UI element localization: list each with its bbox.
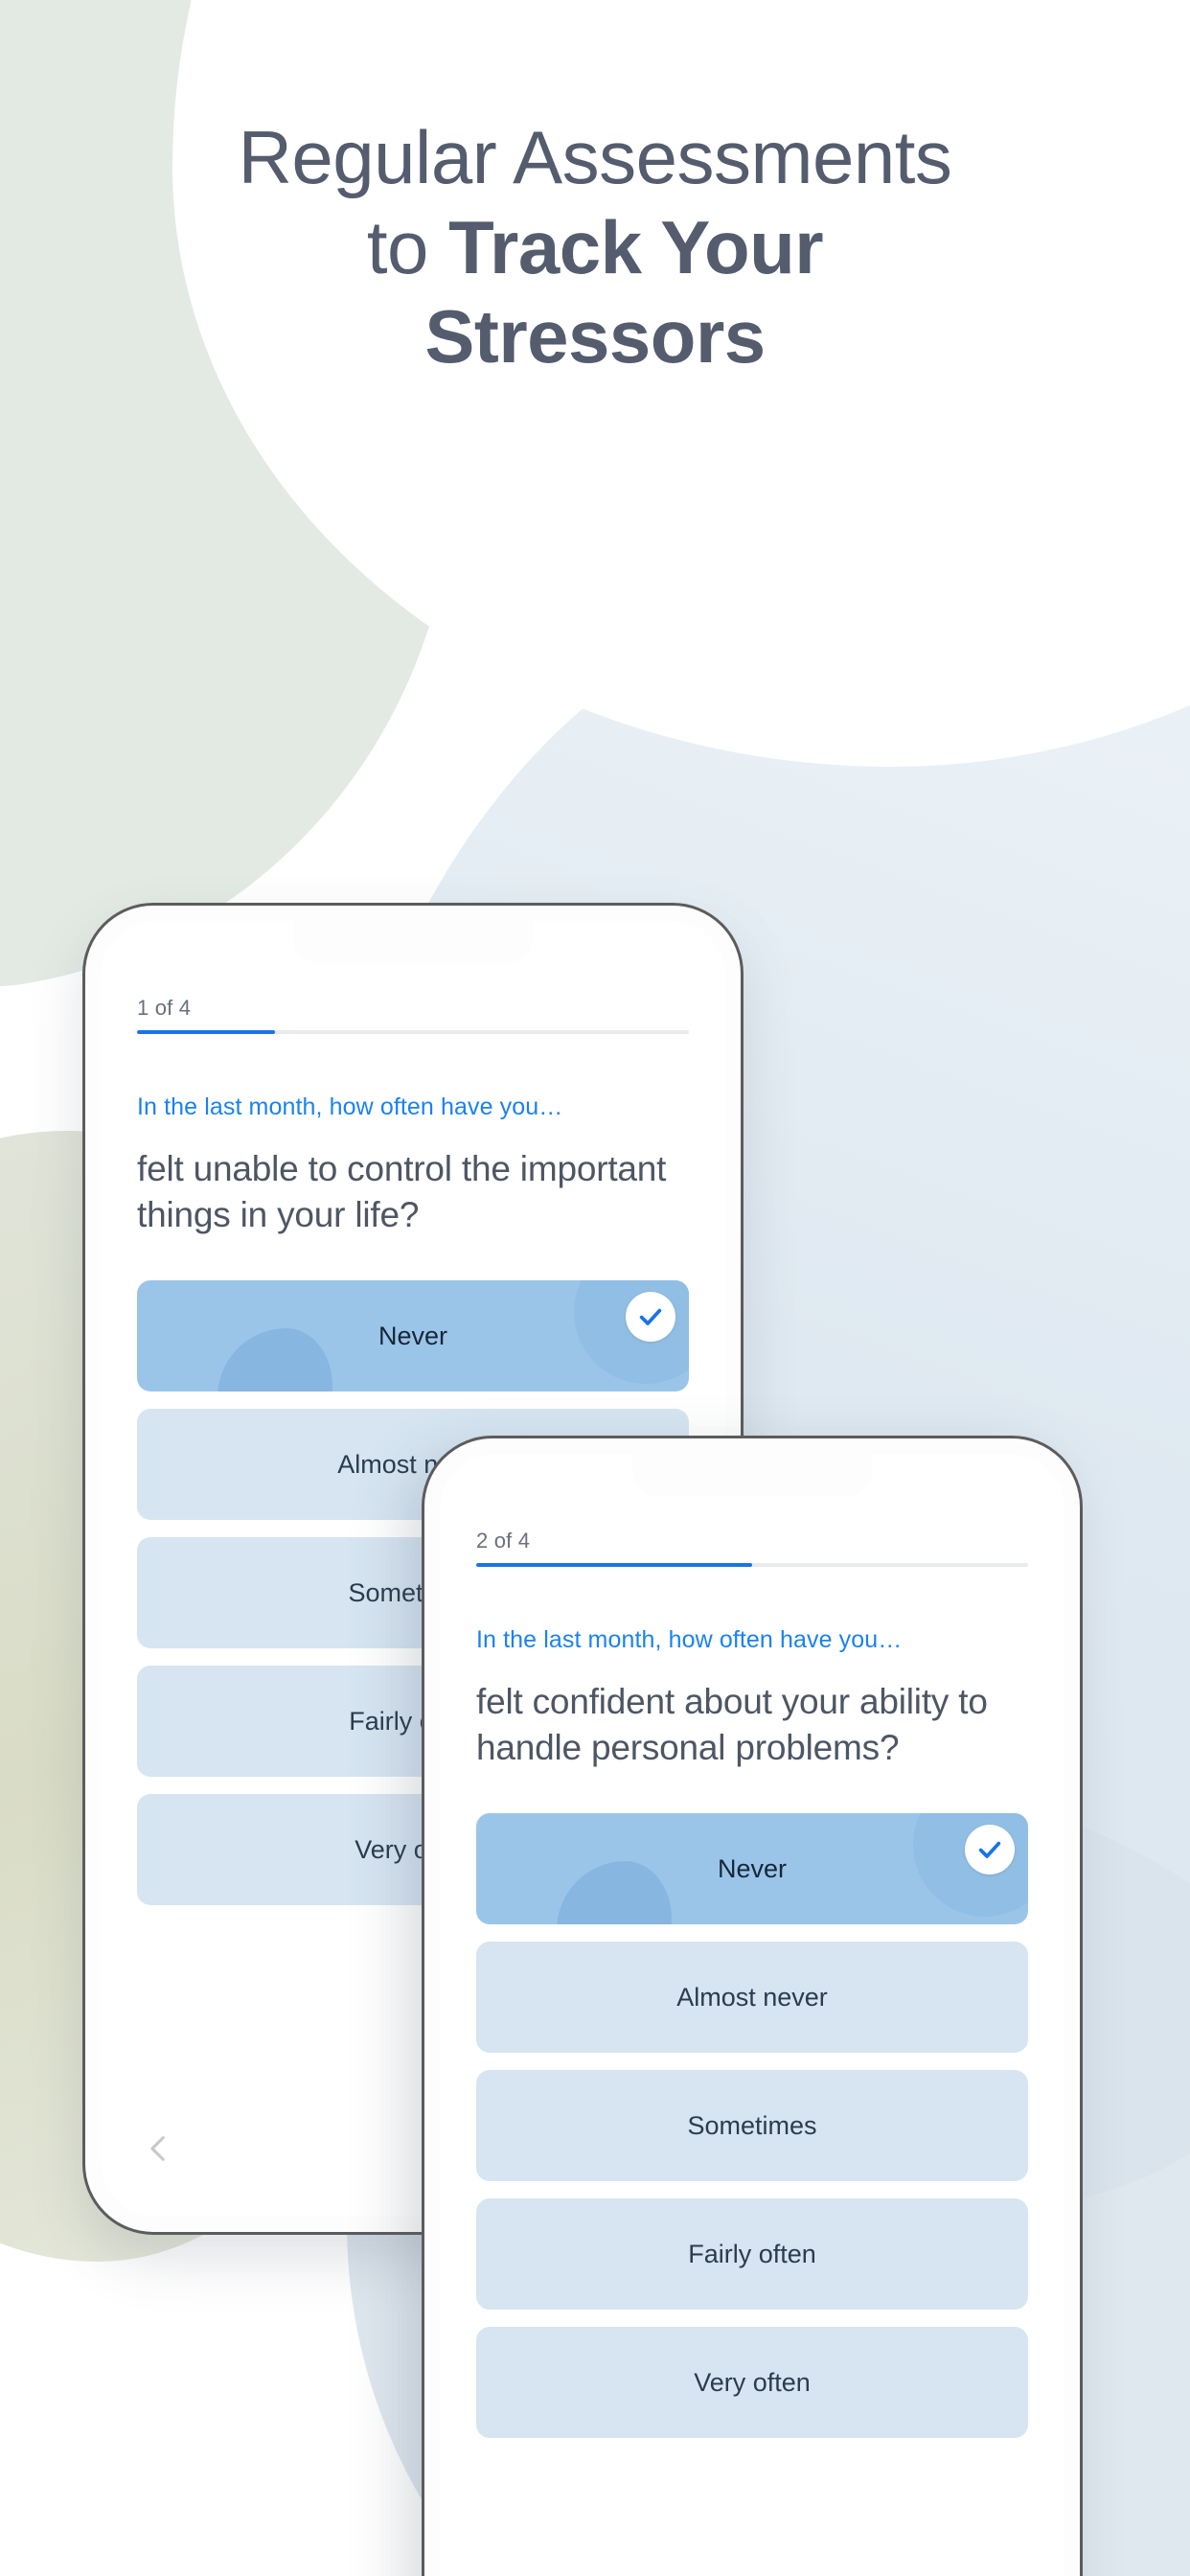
question-prompt: In the last month, how often have you…	[137, 1093, 563, 1120]
progress-label: 1 of 4	[137, 996, 192, 1020]
phone-two-notch	[632, 1454, 872, 1496]
answer-option[interactable]: Almost never	[476, 1942, 1028, 2054]
answer-option-selected[interactable]: Never	[476, 1813, 1028, 1925]
headline-line-2-bold: Track Your	[448, 204, 824, 289]
page-title: Regular Assessments to Track Your Stress…	[0, 113, 1190, 382]
answer-option-label: Very often	[694, 2367, 811, 2397]
headline-line-1: Regular Assessments	[238, 115, 952, 199]
phone-two-screen: 2 of 4 In the last month, how often have…	[440, 1454, 1064, 2576]
option-decoration-blob	[557, 1861, 672, 1925]
answer-option[interactable]: Fairly often	[476, 2198, 1028, 2311]
progress-bar	[476, 1563, 1028, 1567]
question-text: felt unable to control the important thi…	[137, 1149, 667, 1235]
check-icon	[965, 1825, 1015, 1875]
question-prompt: In the last month, how often have you…	[476, 1626, 903, 1653]
progress-bar-fill	[476, 1563, 752, 1567]
answer-option[interactable]: Sometimes	[476, 2070, 1028, 2182]
progress-bar	[137, 1030, 689, 1034]
progress-bar-fill	[137, 1030, 275, 1034]
answer-option-label: Sometimes	[687, 2110, 817, 2140]
headline-line-2-light: to	[366, 204, 449, 289]
answer-option-label: Fairly often	[688, 2239, 816, 2268]
assessment-screen-two: 2 of 4 In the last month, how often have…	[440, 1454, 1064, 2439]
answer-option-label: Never	[717, 1853, 788, 1883]
answer-option-label: Never	[378, 1321, 448, 1350]
chevron-left-icon[interactable]	[143, 2132, 175, 2165]
answer-option-label: Almost never	[676, 1982, 828, 2012]
answer-options-list: Never Almost never Sometimes Fairly often Ve…	[476, 1813, 1028, 2439]
headline-line-3-bold: Stressors	[424, 294, 766, 380]
answer-option-selected[interactable]: Never	[137, 1280, 689, 1392]
question-text: felt confident about your ability to han…	[476, 1682, 988, 1768]
phone-mockup-two: 2 of 4 In the last month, how often have…	[422, 1436, 1083, 2576]
phone-one-notch	[293, 921, 533, 963]
answer-option[interactable]: Very often	[476, 2327, 1028, 2439]
option-decoration-blob	[217, 1328, 332, 1392]
check-icon	[626, 1292, 675, 1343]
progress-label: 2 of 4	[476, 1529, 531, 1552]
